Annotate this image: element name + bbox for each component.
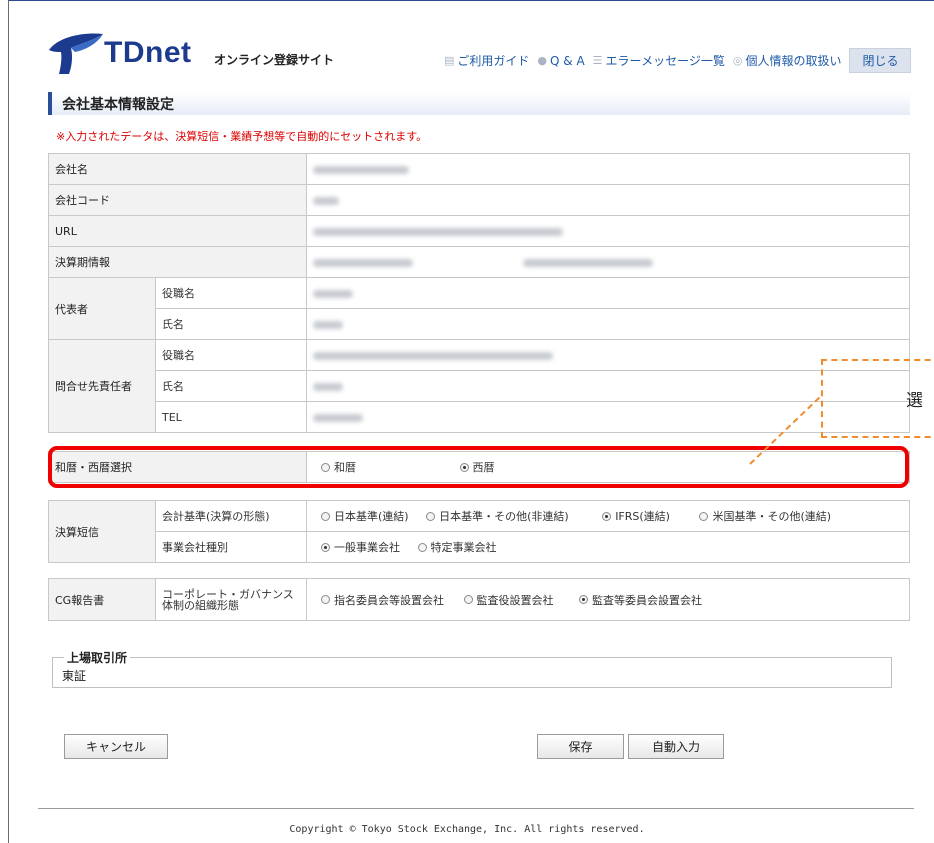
cg-option-2: 監査等委員会設置会社 xyxy=(592,593,702,607)
company-info-table: 会社名 会社コード URL 決算期情報 代表者 役職名 氏名 問合せ先責任者 役… xyxy=(48,153,910,433)
cg-option-0: 指名委員会等設置会社 xyxy=(334,593,444,607)
page-title-bar: 会社基本情報設定 xyxy=(48,92,910,115)
radio-icon xyxy=(417,542,427,552)
cg-structure-label-line1: コーポレート・ガバナンス xyxy=(162,587,294,601)
cg-options: 指名委員会等設置会社 監査役設置会社 監査等委員会設置会社 xyxy=(306,578,910,621)
copyright: Copyright © Tokyo Stock Exchange, Inc. A… xyxy=(289,824,645,835)
list-icon: ☰ xyxy=(592,54,603,67)
nav-qa[interactable]: ● Q & A xyxy=(537,54,584,68)
fiscal-period-label: 決算期情報 xyxy=(48,246,307,278)
exchange-value: 東証 xyxy=(62,669,87,683)
contact-title-value xyxy=(306,339,910,371)
standard-option-2: IFRS(連結) xyxy=(615,510,670,523)
contact-tel-value xyxy=(306,401,910,433)
era-label: 和暦・西暦選択 xyxy=(48,451,307,483)
cg-option-1: 監査役設置会社 xyxy=(476,593,554,607)
url-label: URL xyxy=(48,215,307,247)
company-name-label: 会社名 xyxy=(48,153,307,185)
era-option-wareki: 和暦 xyxy=(334,461,356,474)
exchange-fieldset xyxy=(52,657,892,688)
contact-name-value xyxy=(306,370,910,402)
radio-selected-icon xyxy=(602,511,612,521)
close-button[interactable]: 閉じる xyxy=(849,48,912,73)
tanshin-label: 決算短信 xyxy=(48,500,156,563)
radio-icon xyxy=(321,511,330,521)
qa-icon: ● xyxy=(537,54,548,67)
representative-name-label: 氏名 xyxy=(155,308,307,340)
era-option-seireki: 西暦 xyxy=(472,461,495,474)
exchange-legend: 上場取引所 xyxy=(64,649,131,666)
contact-title-label: 役職名 xyxy=(155,339,307,371)
representative-title-label: 役職名 xyxy=(155,277,307,309)
footer-divider xyxy=(38,808,914,809)
standard-radio-usgaap[interactable]: 米国基準・その他(連結) xyxy=(699,508,831,524)
standard-option-0: 日本基準(連結) xyxy=(334,510,409,523)
standard-radio-ifrs[interactable]: IFRS(連結) xyxy=(602,508,670,524)
standard-options: 日本基準(連結) 日本基準・その他(非連結) IFRS(連結) 米国基準・その他… xyxy=(306,500,910,532)
nav-privacy-label: 個人情報の取扱い xyxy=(745,54,842,68)
contact-tel-label: TEL xyxy=(155,401,307,433)
cancel-button[interactable]: キャンセル xyxy=(64,734,168,759)
standard-option-1: 日本基準・その他(非連結) xyxy=(439,510,569,523)
type-option-1: 特定事業会社 xyxy=(430,541,497,554)
site-name: オンライン登録サイト xyxy=(214,53,335,67)
callout-box: 選 xyxy=(821,359,934,438)
radio-icon xyxy=(463,595,473,604)
cg-table: CG報告書 コーポレート・ガバナンス 体制の組織形態 指名委員会等設置会社 監査… xyxy=(48,578,910,621)
type-option-0: 一般事業会社 xyxy=(334,541,400,554)
representative-name-value xyxy=(306,308,910,340)
contact-label: 問合せ先責任者 xyxy=(48,339,156,433)
cg-structure-label: コーポレート・ガバナンス 体制の組織形態 xyxy=(155,578,307,621)
era-table: 和暦・西暦選択 和暦 西暦 xyxy=(48,451,910,483)
contact-name-label: 氏名 xyxy=(155,370,307,402)
standard-radio-jgaap-consolidated[interactable]: 日本基準(連結) xyxy=(321,508,409,524)
nav-guide-label: ご利用ガイド xyxy=(457,54,530,68)
logo-text: TDnet xyxy=(104,36,192,69)
company-code-label: 会社コード xyxy=(48,184,307,216)
radio-icon xyxy=(699,511,709,521)
privacy-icon: ◎ xyxy=(732,54,743,67)
nav-error-list[interactable]: ☰ エラーメッセージ一覧 xyxy=(593,52,725,69)
era-options: 和暦 西暦 xyxy=(306,451,910,483)
representative-label: 代表者 xyxy=(48,277,156,340)
radio-icon xyxy=(321,595,330,604)
nav-privacy[interactable]: ◎ 個人情報の取扱い xyxy=(733,52,842,69)
standard-radio-jgaap-other[interactable]: 日本基準・その他(非連結) xyxy=(426,508,569,524)
era-radio-seireki[interactable]: 西暦 xyxy=(459,459,495,475)
header-nav: ▤ ご利用ガイド ● Q & A ☰ エラーメッセージ一覧 ◎ 個人情報の取扱い… xyxy=(444,48,912,73)
notice-text: ※入力されたデータは、決算短信・業績予想等で自動的にセットされます。 xyxy=(56,130,428,143)
company-name-value xyxy=(306,153,910,185)
cg-structure-label-line2: 体制の組織形態 xyxy=(162,598,239,612)
radio-icon xyxy=(426,511,436,521)
nav-error-list-label: エラーメッセージ一覧 xyxy=(605,54,725,68)
standard-label: 会計基準(決算の形態) xyxy=(155,500,307,532)
type-radio-specific[interactable]: 特定事業会社 xyxy=(417,539,497,555)
radio-selected-icon xyxy=(579,595,588,604)
company-type-options: 一般事業会社 特定事業会社 xyxy=(306,531,910,563)
cg-label: CG報告書 xyxy=(48,578,156,621)
representative-title-value xyxy=(306,277,910,309)
era-radio-wareki[interactable]: 和暦 xyxy=(321,459,356,475)
url-value xyxy=(306,215,910,247)
guide-icon: ▤ xyxy=(444,54,455,67)
cg-radio-kansayaku[interactable]: 監査役設置会社 xyxy=(463,592,554,608)
page-title: 会社基本情報設定 xyxy=(62,97,174,113)
save-button[interactable]: 保存 xyxy=(537,734,624,759)
tanshin-table: 決算短信 会計基準(決算の形態) 日本基準(連結) 日本基準・その他(非連結) … xyxy=(48,500,910,563)
radio-selected-icon xyxy=(459,462,469,472)
type-radio-general[interactable]: 一般事業会社 xyxy=(321,539,400,555)
company-type-label: 事業会社種別 xyxy=(155,531,307,563)
nav-qa-label: Q & A xyxy=(550,53,585,68)
radio-icon xyxy=(321,462,330,472)
radio-selected-icon xyxy=(321,542,330,552)
fiscal-period-value xyxy=(306,246,910,278)
cg-radio-audit-committee[interactable]: 監査等委員会設置会社 xyxy=(579,592,702,608)
company-code-value xyxy=(306,184,910,216)
nav-guide[interactable]: ▤ ご利用ガイド xyxy=(444,52,529,69)
cg-radio-nomination[interactable]: 指名委員会等設置会社 xyxy=(321,592,444,608)
standard-option-3: 米国基準・その他(連結) xyxy=(712,510,832,523)
tdnet-logo-icon xyxy=(49,33,103,74)
auto-input-button[interactable]: 自動入力 xyxy=(628,734,724,759)
callout-text: 選 xyxy=(906,391,923,411)
